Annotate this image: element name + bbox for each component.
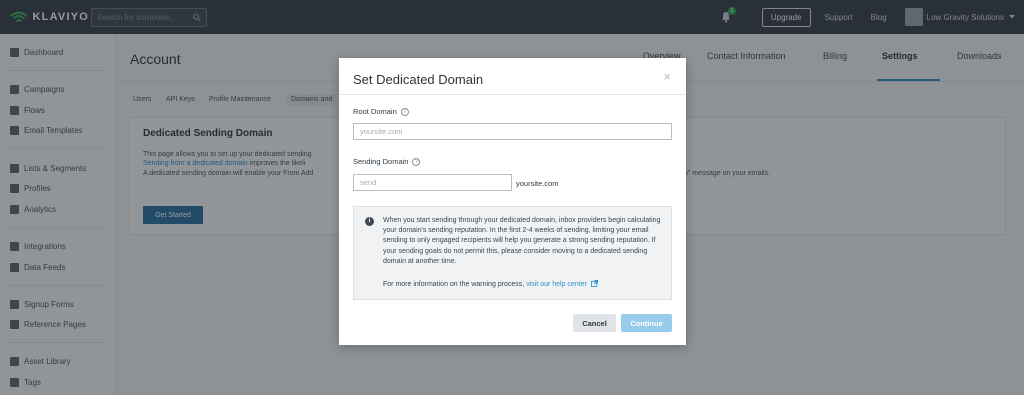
cancel-button[interactable]: Cancel (573, 314, 616, 332)
sending-domain-label-text: Sending Domain (353, 157, 409, 166)
root-domain-label-text: Root Domain (353, 107, 397, 116)
sending-domain-suffix: yoursite.com (516, 179, 559, 188)
info-callout: i When you start sending through your de… (353, 206, 672, 300)
continue-button[interactable]: Continue (621, 314, 672, 332)
root-domain-label: Root Domain ? (353, 107, 409, 116)
modal-divider (339, 94, 686, 95)
info-text: When you start sending through your dedi… (383, 217, 661, 265)
sending-domain-input[interactable] (353, 174, 512, 191)
info-more-text: For more information on the warning proc… (383, 281, 527, 288)
close-icon[interactable]: × (663, 70, 671, 83)
external-link-icon[interactable] (590, 280, 598, 287)
info-icon: i (365, 217, 374, 226)
modal-title: Set Dedicated Domain (353, 72, 484, 87)
info-more: For more information on the warning proc… (383, 280, 598, 288)
help-icon[interactable]: ? (412, 157, 421, 166)
sending-domain-label: Sending Domain ? (353, 157, 421, 166)
set-dedicated-domain-modal: Set Dedicated Domain × Root Domain ? Sen… (339, 58, 686, 345)
help-center-link[interactable]: visit our help center (526, 281, 587, 288)
root-domain-input[interactable] (353, 123, 672, 140)
help-icon[interactable]: ? (400, 107, 409, 116)
